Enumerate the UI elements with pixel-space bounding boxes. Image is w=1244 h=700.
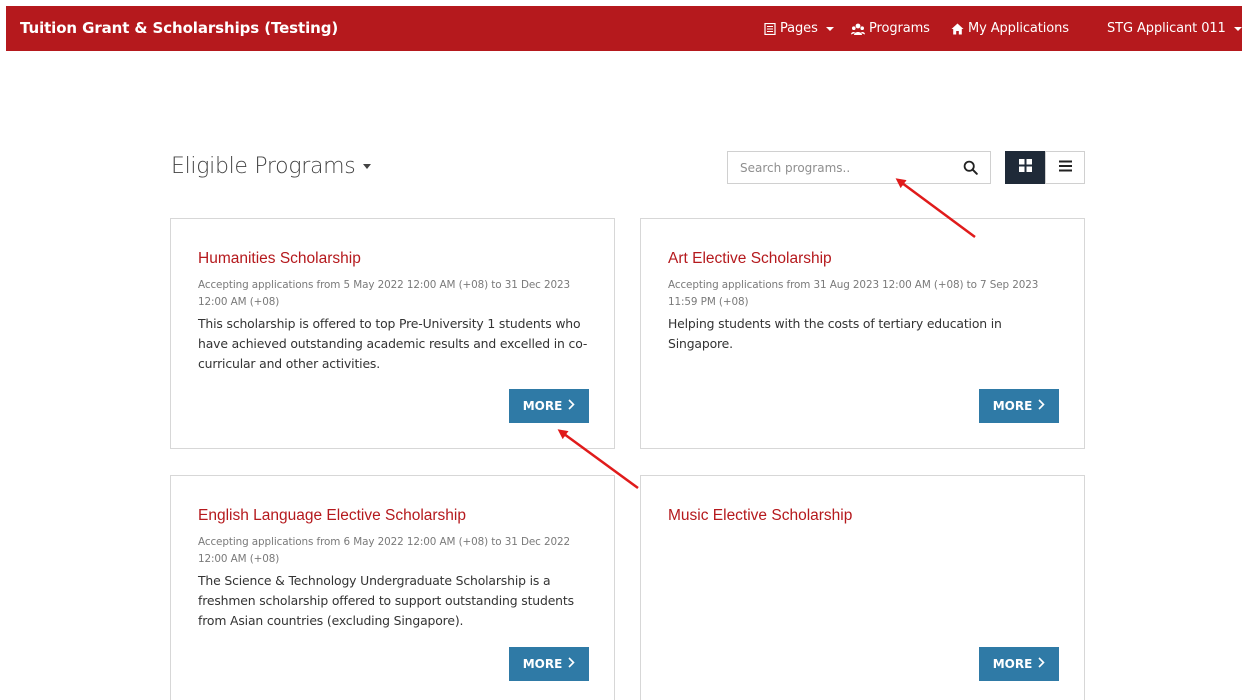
chevron-right-icon — [1038, 657, 1045, 671]
more-button-label: MORE — [522, 657, 563, 671]
program-card: Music Elective Scholarship MORE — [640, 475, 1085, 700]
chevron-down-icon — [825, 26, 834, 31]
nav-programs-label: Programs — [869, 21, 930, 36]
list-view-button[interactable] — [1045, 151, 1085, 184]
user-menu-dropdown[interactable]: STG Applicant 011 — [1107, 21, 1242, 36]
nav-my-applications-link[interactable]: My Applications — [951, 21, 1069, 36]
program-card: English Language Elective Scholarship Ac… — [170, 475, 615, 700]
more-button-label: MORE — [992, 657, 1033, 671]
program-title[interactable]: English Language Elective Scholarship — [198, 507, 466, 525]
eligible-programs-dropdown[interactable]: Eligible Programs — [171, 154, 372, 179]
program-dates: Accepting applications from 6 May 2022 1… — [198, 536, 571, 565]
more-button[interactable]: MORE — [509, 389, 589, 423]
program-dates: Accepting applications from 31 Aug 2023 … — [668, 279, 1039, 308]
grid-icon — [1018, 158, 1032, 177]
nav-my-applications-label: My Applications — [968, 21, 1069, 36]
list-icon — [1058, 159, 1072, 177]
chevron-right-icon — [1038, 399, 1045, 413]
people-icon — [851, 23, 865, 35]
more-button[interactable]: MORE — [979, 389, 1059, 423]
user-menu-label: STG Applicant 011 — [1107, 21, 1226, 36]
more-button[interactable]: MORE — [979, 647, 1059, 681]
nav-pages-dropdown[interactable]: Pages — [764, 21, 834, 36]
program-description: The Science & Technology Undergraduate S… — [198, 573, 574, 628]
chevron-right-icon — [568, 657, 575, 671]
grid-view-button[interactable] — [1005, 151, 1045, 184]
nav-programs-link[interactable]: Programs — [851, 21, 930, 36]
search-box — [727, 151, 991, 184]
nav-pages-label: Pages — [780, 21, 818, 36]
chevron-down-icon — [363, 164, 372, 169]
program-card: Humanities Scholarship Accepting applica… — [170, 218, 615, 449]
more-button-label: MORE — [522, 399, 563, 413]
chevron-right-icon — [568, 399, 575, 413]
program-description: This scholarship is offered to top Pre-U… — [198, 316, 588, 371]
program-description: Helping students with the costs of terti… — [668, 316, 1002, 351]
more-button-label: MORE — [992, 399, 1033, 413]
home-icon — [951, 23, 964, 35]
search-input[interactable] — [740, 152, 940, 183]
more-button[interactable]: MORE — [509, 647, 589, 681]
program-dates: Accepting applications from 5 May 2022 1… — [198, 279, 571, 308]
search-icon[interactable] — [963, 160, 978, 180]
program-title[interactable]: Humanities Scholarship — [198, 250, 361, 268]
chevron-down-icon — [1233, 26, 1242, 31]
document-icon — [764, 22, 776, 35]
program-title[interactable]: Music Elective Scholarship — [668, 507, 852, 525]
program-card: Art Elective Scholarship Accepting appli… — [640, 218, 1085, 449]
top-navbar: Tuition Grant & Scholarships (Testing) P… — [6, 6, 1242, 51]
page-title: Eligible Programs — [171, 154, 356, 179]
brand-title[interactable]: Tuition Grant & Scholarships (Testing) — [20, 19, 338, 37]
program-title[interactable]: Art Elective Scholarship — [668, 250, 832, 268]
